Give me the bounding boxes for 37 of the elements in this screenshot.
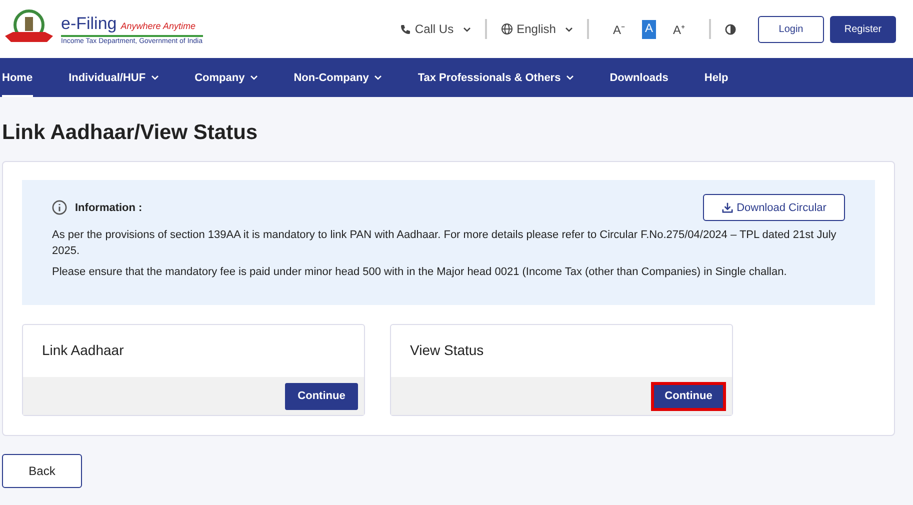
text-size-button[interactable]: A⁺	[670, 20, 688, 38]
login-button[interactable]: Login	[758, 16, 824, 42]
download-icon	[722, 202, 733, 213]
continue-button[interactable]: Continue	[651, 382, 726, 410]
nav-tab[interactable]: Company	[194, 58, 258, 97]
info-icon	[52, 200, 67, 215]
chevron-down-icon	[462, 26, 471, 32]
chevron-down-icon	[566, 75, 574, 80]
download-circular-button[interactable]: Download Circular	[703, 194, 845, 221]
back-button[interactable]: Back	[2, 454, 82, 488]
text-size-button[interactable]: A	[642, 20, 656, 38]
chevron-down-icon	[564, 26, 573, 32]
language-menu[interactable]: English	[516, 22, 556, 36]
nav-tab[interactable]: Downloads	[610, 58, 668, 97]
nav-tab[interactable]: Tax Professionals & Others	[418, 58, 574, 97]
info-text: As per the provisions of section 139AA it is mandatory to link PAN with Aadhaar. For more details please refer to Circular F.No.275/04/2024 – TPL dated 21st July 2025.	[52, 228, 838, 259]
phone-icon	[400, 24, 411, 34]
nav-tab[interactable]: Home	[2, 58, 33, 97]
info-heading: Information :	[75, 202, 142, 214]
continue-button[interactable]: Continue	[285, 382, 358, 410]
nav-tab[interactable]: Individual/HUF	[68, 58, 159, 97]
register-button[interactable]: Register	[830, 16, 896, 42]
chevron-down-icon	[150, 75, 159, 80]
text-size-button[interactable]: A⁻	[610, 20, 628, 38]
option-title: View Status	[409, 341, 485, 360]
page-title: Link Aadhaar/View Status	[2, 121, 259, 145]
logo-title: e-Filing	[61, 14, 117, 34]
chevron-down-icon	[374, 75, 382, 80]
info-text: Please ensure that the mandatory fee is paid under minor head 500 with in the Major head 0021 (Income Tax (other than Companies) in Single challan.	[52, 265, 788, 280]
nav-tab[interactable]: Non-Company	[294, 58, 382, 97]
contrast-icon[interactable]	[725, 24, 736, 34]
globe-icon	[500, 23, 513, 35]
logo-tagline: Anywhere Anytime	[120, 20, 196, 30]
nav-tab[interactable]: Help	[704, 58, 728, 97]
chevron-down-icon	[250, 75, 258, 80]
option-title: Link Aadhaar	[41, 341, 125, 360]
call-us-menu[interactable]: Call Us	[414, 22, 454, 36]
